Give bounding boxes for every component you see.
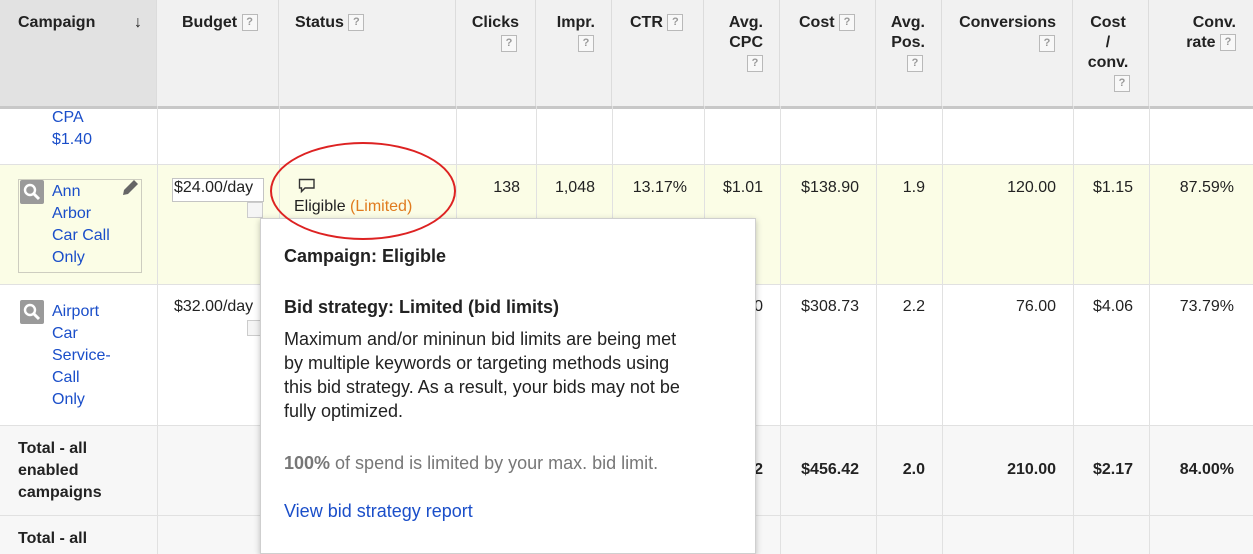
sort-down-icon: ↓ (134, 14, 142, 31)
header-cost-label: Cost (799, 14, 835, 31)
help-icon[interactable]: ? (839, 14, 856, 32)
budget-edit-checkbox[interactable] (247, 202, 263, 218)
header-status[interactable]: Status ? (279, 0, 456, 106)
budget-value: $24.00/day (174, 179, 254, 196)
total-cost-value: $456.42 (801, 461, 859, 478)
avg-cpc-value: $1.01 (722, 179, 763, 196)
avg-pos-value: 1.9 (902, 179, 925, 196)
conversions-value: 120.00 (1007, 179, 1056, 196)
header-cost-per-conv[interactable]: Cost / conv. ? (1073, 0, 1149, 106)
header-avg-pos-line2: Pos. (891, 34, 925, 51)
conv-rate-value: 73.79% (1179, 298, 1234, 315)
column-divider (780, 106, 781, 554)
total-conv-rate-value: 84.00% (1179, 461, 1234, 478)
table-row: CPA $1.40 (0, 109, 1253, 165)
header-campaign[interactable]: Campaign ↓ (0, 0, 157, 106)
column-divider (876, 106, 877, 554)
header-conversions[interactable]: Conversions ? (942, 0, 1073, 106)
help-icon[interactable]: ? (747, 55, 763, 72)
help-icon[interactable]: ? (667, 14, 684, 32)
header-cost-conv-line1: Cost (1090, 14, 1126, 31)
total-all-label: Total - all (18, 530, 88, 547)
tooltip-campaign-status: Campaign: Eligible (284, 246, 447, 266)
campaign-name-partial[interactable]: CPA $1.40 (52, 107, 92, 151)
ctr-value: 13.17% (632, 179, 687, 196)
header-clicks-label: Clicks (471, 14, 519, 31)
campaign-name-link[interactable]: Airport Car Service- Call Only (52, 301, 111, 411)
header-budget[interactable]: Budget ? (157, 0, 279, 106)
column-divider (942, 106, 943, 554)
header-ctr[interactable]: CTR ? (612, 0, 704, 106)
header-conv-rate-line2: rate (1186, 34, 1216, 51)
tooltip-spend-limited: 100% of spend is limited by your max. bi… (284, 453, 658, 474)
header-conv-rate[interactable]: Conv. rate ? (1149, 0, 1253, 106)
header-avg-pos-line1: Avg. (890, 14, 925, 31)
header-avg-pos[interactable]: Avg. Pos. ? (876, 0, 942, 106)
header-budget-label: Budget (182, 14, 238, 31)
total-avg-pos-value: 2.0 (902, 461, 925, 478)
help-icon[interactable]: ? (578, 35, 594, 52)
column-divider (1149, 106, 1150, 554)
header-avg-cpc-line1: Avg. (728, 14, 763, 31)
search-icon[interactable] (20, 300, 44, 324)
header-impr-label: Impr. (556, 14, 595, 31)
column-divider (1073, 106, 1074, 554)
header-clicks[interactable]: Clicks ? (456, 0, 536, 106)
impr-value: 1,048 (554, 179, 595, 196)
tooltip-bid-strategy-title: Bid strategy: Limited (bid limits) (284, 297, 560, 317)
help-icon[interactable]: ? (1220, 34, 1236, 52)
search-icon[interactable] (20, 180, 44, 204)
header-conversions-label: Conversions (959, 14, 1056, 31)
total-enabled-label: Total - all enabled campaigns (18, 440, 102, 501)
header-avg-cpc-line2: CPC (729, 34, 763, 51)
column-divider (157, 106, 158, 554)
tooltip-bid-strategy-description: Maximum and/or mininun bid limits are be… (284, 329, 680, 421)
conv-rate-value: 87.59% (1179, 179, 1234, 196)
cost-value: $308.73 (801, 298, 859, 315)
total-cost-per-conv-value: $2.17 (1092, 461, 1133, 478)
spend-limited-text: of spend is limited by your max. bid lim… (330, 453, 659, 473)
header-conv-rate-line1: Conv. (1192, 14, 1236, 31)
spend-limited-percent: 100% (284, 453, 331, 473)
header-cost[interactable]: Cost ? (780, 0, 876, 106)
help-icon[interactable]: ? (348, 14, 365, 32)
cost-per-conv-value: $1.15 (1092, 179, 1133, 196)
budget-value[interactable]: $32.00/day (174, 296, 253, 318)
header-status-label: Status (295, 14, 344, 31)
annotation-circle (270, 142, 456, 240)
header-ctr-label: CTR (630, 14, 663, 31)
bid-strategy-tooltip: Campaign: Eligible Bid strategy: Limited… (260, 218, 756, 554)
avg-pos-value: 2.2 (902, 298, 925, 315)
view-bid-strategy-report-link[interactable]: View bid strategy report (284, 501, 473, 522)
campaign-name-link[interactable]: Ann Arbor Car Call Only (52, 181, 110, 269)
help-icon[interactable]: ? (1114, 75, 1130, 92)
clicks-value: 138 (493, 179, 520, 196)
total-conversions-value: 210.00 (1007, 461, 1056, 478)
header-cost-conv-line2: / (1105, 34, 1111, 51)
cost-per-conv-value: $4.06 (1092, 298, 1133, 315)
header-cost-conv-line3: conv. (1087, 54, 1129, 71)
help-icon[interactable]: ? (1039, 35, 1055, 52)
cost-value: $138.90 (801, 179, 859, 196)
help-icon[interactable]: ? (501, 35, 517, 52)
header-avg-cpc[interactable]: Avg. CPC ? (704, 0, 780, 106)
header-campaign-label: Campaign (18, 14, 96, 31)
help-icon[interactable]: ? (907, 55, 923, 72)
header-impr[interactable]: Impr. ? (536, 0, 612, 106)
pencil-icon[interactable] (120, 178, 140, 198)
conversions-value: 76.00 (1015, 298, 1056, 315)
help-icon[interactable]: ? (241, 14, 258, 32)
